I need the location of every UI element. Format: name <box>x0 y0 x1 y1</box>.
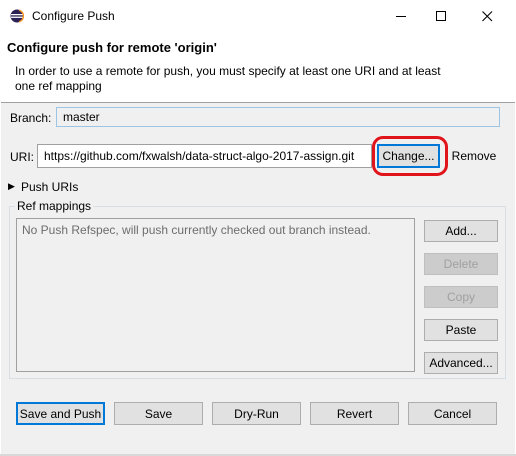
delete-button[interactable]: Delete <box>424 253 498 275</box>
refspec-empty-text: No Push Refspec, will push currently che… <box>22 223 371 237</box>
copy-button[interactable]: Copy <box>424 286 498 308</box>
eclipse-icon <box>10 9 25 23</box>
dry-run-button[interactable]: Dry-Run <box>212 402 301 425</box>
close-window-button[interactable] <box>464 0 510 32</box>
save-button[interactable]: Save <box>114 402 203 425</box>
close-icon <box>481 10 492 21</box>
window-title: Configure Push <box>32 9 115 23</box>
dialog-description: In order to use a remote for push, you m… <box>15 64 441 93</box>
ref-mappings-label: Ref mappings <box>15 199 94 213</box>
refspec-list[interactable] <box>16 218 415 372</box>
uri-label: URI: <box>10 150 34 164</box>
advanced-button[interactable]: Advanced... <box>424 352 498 374</box>
maximize-button[interactable] <box>418 0 464 32</box>
cancel-button[interactable]: Cancel <box>408 402 497 425</box>
branch-label: Branch: <box>10 111 52 125</box>
save-and-push-button[interactable]: Save and Push <box>16 402 105 425</box>
remove-uri-button[interactable]: Remove <box>449 144 499 168</box>
paste-button[interactable]: Paste <box>424 319 498 341</box>
uri-value: https://github.com/fxwalsh/data-struct-a… <box>44 149 355 163</box>
minimize-icon <box>395 15 406 17</box>
push-uris-toggle[interactable]: Push URIs <box>21 180 78 194</box>
branch-value: master <box>63 110 100 124</box>
expand-arrow-icon[interactable]: ▶ <box>8 181 15 192</box>
maximize-icon <box>435 10 446 21</box>
change-uri-button[interactable]: Change... <box>377 144 440 168</box>
dialog-title: Configure push for remote 'origin' <box>7 40 217 55</box>
uri-field[interactable]: https://github.com/fxwalsh/data-struct-a… <box>37 144 372 168</box>
add-button[interactable]: Add... <box>424 220 498 242</box>
revert-button[interactable]: Revert <box>310 402 399 425</box>
branch-field[interactable]: master <box>56 107 500 127</box>
title-bar[interactable]: Configure Push <box>0 0 516 32</box>
